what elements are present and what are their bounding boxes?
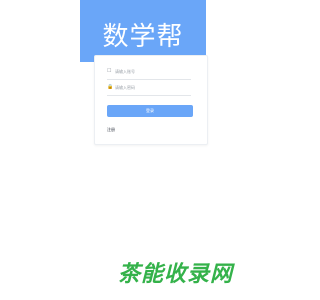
user-icon: ☐ (107, 68, 112, 74)
register-link[interactable]: 注册 (107, 127, 115, 133)
lock-icon: 🔒 (107, 84, 114, 90)
password-field: 🔒 (107, 81, 191, 96)
phone-field: ☐ (107, 65, 191, 80)
password-input[interactable] (115, 82, 191, 93)
login-button[interactable]: 登录 (107, 105, 193, 117)
app-title: 数学帮 (102, 22, 184, 52)
login-card: ☐ 🔒 登录 注册 (94, 55, 208, 145)
page: 数学帮 ☐ 🔒 登录 注册 茶能收录网 (0, 0, 300, 300)
watermark-text: 茶能收录网 (118, 262, 234, 287)
phone-input[interactable] (115, 66, 191, 77)
